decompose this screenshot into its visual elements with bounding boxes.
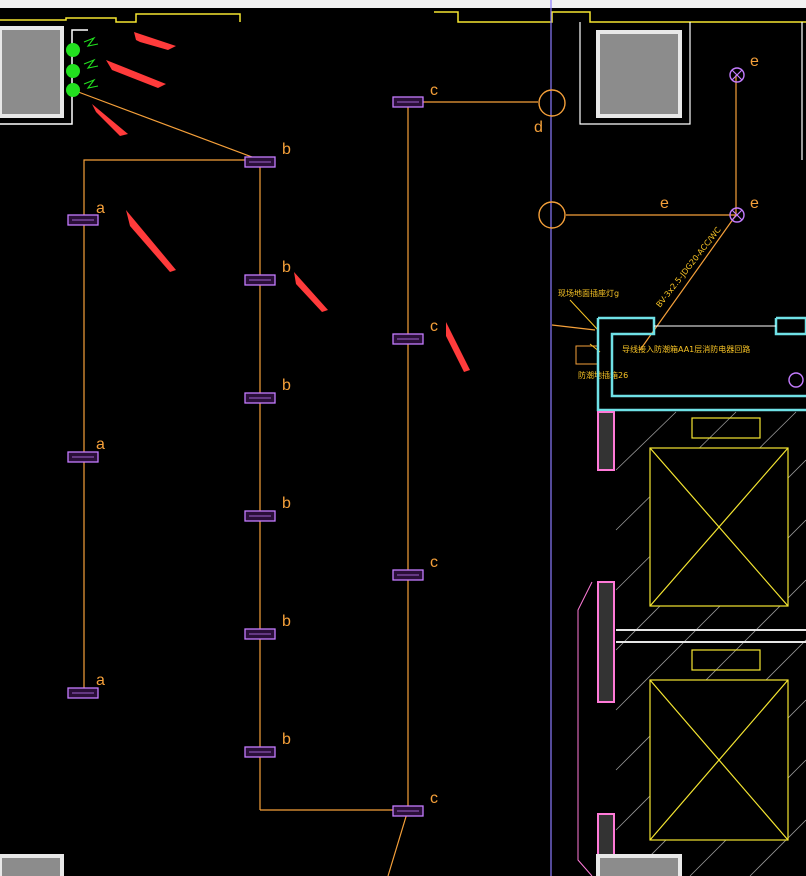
structure-pink — [597, 411, 615, 876]
arrow-5 — [294, 272, 328, 312]
label-b-1: b — [282, 141, 291, 158]
label-b-6: b — [282, 731, 291, 748]
label-b-3: b — [282, 377, 291, 394]
callout-arrows — [92, 32, 470, 372]
label-a-3: a — [96, 672, 105, 689]
leader-line-1 — [569, 299, 599, 331]
label-c-3: c — [430, 554, 438, 571]
shaft-wall — [596, 316, 806, 412]
label-c-1: c — [430, 82, 438, 99]
label-a-2: a — [96, 436, 105, 453]
label-b-4: b — [282, 495, 291, 512]
fixtures[interactable] — [67, 96, 424, 817]
device-e-top[interactable] — [729, 67, 745, 83]
label-d: d — [534, 119, 543, 136]
cad-drawing-canvas[interactable]: a a a b b b b b b c c c c d e e e BV-3x2… — [0, 0, 806, 876]
arrow-2 — [106, 60, 166, 88]
column-bottom — [596, 854, 682, 876]
arrow-6 — [446, 322, 470, 372]
column-bottom-left — [0, 854, 64, 876]
label-c-2: c — [430, 318, 438, 335]
cad-viewport[interactable]: a a a b b b b b b c c c c d e e e BV-3x2… — [0, 0, 806, 876]
label-e-top: e — [750, 53, 759, 70]
wall-curve — [577, 581, 593, 876]
cable-spec-label: BV-3x2.5-JDG20-ACC/WC — [654, 225, 722, 309]
arrow-1 — [134, 32, 176, 50]
annotation-1: 现场地面插座灯g — [558, 288, 619, 298]
fixture-hatching — [72, 101, 419, 812]
label-a-1: a — [96, 200, 105, 217]
annotation-3: 防潮地插箱26 — [578, 370, 628, 380]
junction-circle-d[interactable] — [538, 89, 566, 117]
label-e-right: e — [750, 195, 759, 212]
column-top-right — [434, 11, 806, 160]
junction-circle-e[interactable] — [538, 201, 566, 229]
label-c-4: c — [430, 790, 438, 807]
annotation-2: 导线接入防潮箱AA1层消防电器回路 — [622, 344, 750, 354]
label-b-5: b — [282, 613, 291, 630]
annotation-box — [575, 345, 599, 365]
label-b-2: b — [282, 259, 291, 276]
window-top-strip — [0, 0, 806, 8]
green-junctions[interactable] — [66, 36, 99, 97]
label-e-mid: e — [660, 195, 669, 212]
device-right-circle[interactable] — [788, 372, 804, 388]
arrow-4 — [126, 210, 176, 272]
